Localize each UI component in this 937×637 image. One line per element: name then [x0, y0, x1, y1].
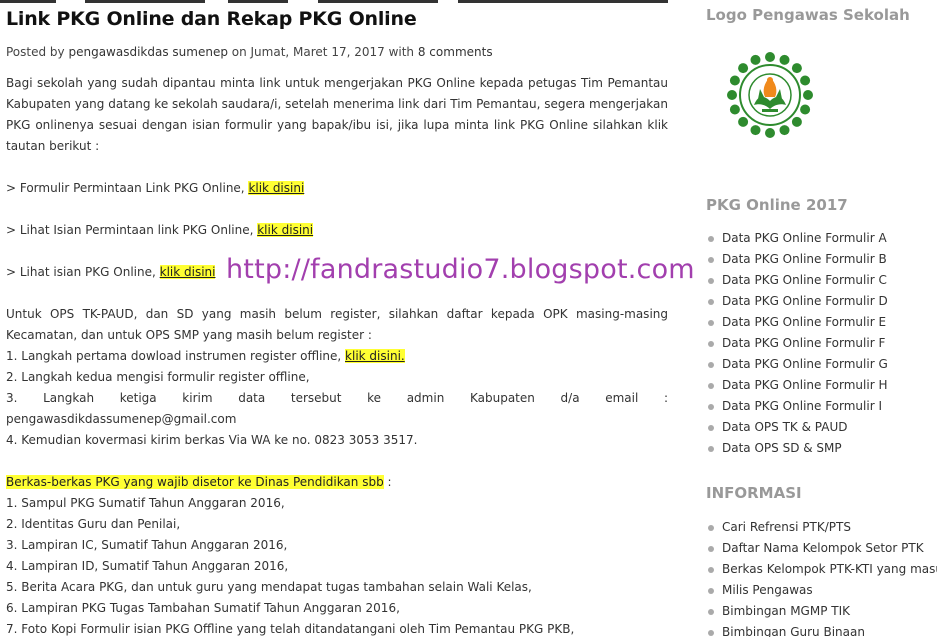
- informasi-list: Cari Refrensi PTK/PTS Daftar Nama Kelompo…: [708, 517, 937, 637]
- pkg-widget-title: PKG Online 2017: [706, 196, 848, 214]
- informasi-list-item-link[interactable]: Berkas Kelompok PTK-KTI yang masuk: [722, 562, 937, 576]
- pkg-list-item[interactable]: Data PKG Online Formulir G: [708, 354, 937, 375]
- informasi-widget-title: INFORMASI: [706, 484, 802, 502]
- pkg-list-item-link[interactable]: Data PKG Online Formulir D: [722, 294, 888, 308]
- berkas-colon: :: [383, 475, 392, 489]
- step-3: 3. Langkah ketiga kirim data tersebut ke…: [6, 391, 668, 426]
- ops-intro-paragraph: Untuk OPS TK-PAUD, dan SD yang masih bel…: [6, 307, 668, 342]
- bullet-icon: [708, 383, 714, 389]
- post-meta: Posted by pengawasdikdas sumenep on Juma…: [6, 44, 668, 60]
- informasi-list-item[interactable]: Cari Refrensi PTK/PTS: [708, 517, 937, 538]
- pengawas-sekolah-logo-icon: [724, 49, 816, 141]
- link-row-formulir: > Formulir Permintaan Link PKG Online, k…: [6, 178, 668, 199]
- informasi-list-item-link[interactable]: Milis Pengawas: [722, 583, 813, 597]
- informasi-list-item-link[interactable]: Bimbingan Guru Binaan: [722, 625, 865, 637]
- pkg-list-item-link[interactable]: Data PKG Online Formulir A: [722, 231, 887, 245]
- pkg-list-item[interactable]: Data PKG Online Formulir D: [708, 291, 937, 312]
- logo-widget-title: Logo Pengawas Sekolah: [706, 6, 910, 24]
- berkas-item: 6. Lampiran PKG Tugas Tambahan Sumatif T…: [6, 601, 400, 615]
- informasi-list-item-link[interactable]: Bimbingan MGMP TIK: [722, 604, 850, 618]
- bullet-icon: [708, 404, 714, 410]
- bullet-icon: [708, 588, 714, 594]
- pkg-list-item[interactable]: Data OPS SD & SMP: [708, 438, 937, 459]
- post: Link PKG Online dan Rekap PKG Online Pos…: [6, 6, 668, 637]
- pkg-list-item-link[interactable]: Data PKG Online Formulir B: [722, 252, 887, 266]
- berkas-heading: Berkas-berkas PKG yang wajib disetor ke …: [6, 472, 668, 493]
- pkg-list-item-link[interactable]: Data PKG Online Formulir E: [722, 315, 886, 329]
- pkg-list-item-link[interactable]: Data OPS TK & PAUD: [722, 420, 847, 434]
- step-1-text: 1. Langkah pertama dowload instrumen reg…: [6, 349, 346, 363]
- klik-disini-link[interactable]: klik disini: [257, 223, 314, 237]
- meta-prefix: Posted by: [6, 45, 69, 59]
- bullet-icon: [708, 299, 714, 305]
- informasi-list-item[interactable]: Bimbingan MGMP TIK: [708, 601, 937, 622]
- step-1-link[interactable]: klik disini.: [345, 349, 405, 363]
- link-row-label: > Formulir Permintaan Link PKG Online,: [6, 181, 249, 195]
- bullet-icon: [708, 362, 714, 368]
- post-date: Jumat, Maret 17, 2017: [250, 45, 385, 59]
- link-row-label: > Lihat isian PKG Online,: [6, 265, 160, 279]
- post-title[interactable]: Link PKG Online dan Rekap PKG Online: [6, 6, 668, 32]
- bullet-icon: [708, 567, 714, 573]
- berkas-list: 1. Sampul PKG Sumatif Tahun Anggaran 201…: [6, 493, 668, 637]
- step-4: 4. Kemudian kovermasi kirim berkas Via W…: [6, 433, 418, 447]
- berkas-item: 2. Identitas Guru dan Penilai,: [6, 517, 181, 531]
- klik-disini-link[interactable]: klik disini: [248, 181, 305, 195]
- pkg-list-item-link[interactable]: Data OPS SD & SMP: [722, 441, 842, 455]
- bullet-icon: [708, 525, 714, 531]
- klik-disini-link[interactable]: klik disini: [159, 265, 216, 279]
- post-comments-link[interactable]: 8 comments: [418, 45, 493, 59]
- bullet-icon: [708, 236, 714, 242]
- watermark-url: http://fandrastudio7.blogspot.com: [226, 254, 695, 285]
- post-body: Bagi sekolah yang sudah dipantau minta l…: [6, 73, 668, 637]
- intro-paragraph: Bagi sekolah yang sudah dipantau minta l…: [6, 76, 668, 153]
- meta-on: on: [227, 45, 251, 59]
- bullet-icon: [708, 609, 714, 615]
- pkg-list-item-link[interactable]: Data PKG Online Formulir C: [722, 273, 887, 287]
- pkg-list-item[interactable]: Data PKG Online Formulir C: [708, 270, 937, 291]
- pkg-list-item[interactable]: Data OPS TK & PAUD: [708, 417, 937, 438]
- pkg-online-list: Data PKG Online Formulir A Data PKG Onlin…: [708, 228, 937, 459]
- berkas-item: 3. Lampiran IC, Sumatif Tahun Anggaran 2…: [6, 538, 288, 552]
- bullet-icon: [708, 257, 714, 263]
- pkg-list-item[interactable]: Data PKG Online Formulir A: [708, 228, 937, 249]
- link-row-label: > Lihat Isian Permintaan link PKG Online…: [6, 223, 258, 237]
- step-1: 1. Langkah pertama dowload instrumen reg…: [6, 346, 668, 367]
- informasi-list-item-link[interactable]: Cari Refrensi PTK/PTS: [722, 520, 851, 534]
- informasi-list-item[interactable]: Bimbingan Guru Binaan: [708, 622, 937, 637]
- berkas-item: 1. Sampul PKG Sumatif Tahun Anggaran 201…: [6, 496, 285, 510]
- bullet-icon: [708, 630, 714, 636]
- meta-with: with: [384, 45, 418, 59]
- bullet-icon: [708, 425, 714, 431]
- pkg-list-item[interactable]: Data PKG Online Formulir I: [708, 396, 937, 417]
- pkg-list-item-link[interactable]: Data PKG Online Formulir G: [722, 357, 888, 371]
- pkg-list-item[interactable]: Data PKG Online Formulir E: [708, 312, 937, 333]
- bullet-icon: [708, 278, 714, 284]
- bullet-icon: [708, 320, 714, 326]
- berkas-item: 4. Lampiran ID, Sumatif Tahun Anggaran 2…: [6, 559, 289, 573]
- bullet-icon: [708, 546, 714, 552]
- post-author-link[interactable]: pengawasdikdas sumenep: [68, 45, 227, 59]
- pkg-list-item-link[interactable]: Data PKG Online Formulir I: [722, 399, 882, 413]
- informasi-list-item[interactable]: Berkas Kelompok PTK-KTI yang masuk: [708, 559, 937, 580]
- bullet-icon: [708, 446, 714, 452]
- informasi-list-item[interactable]: Daftar Nama Kelompok Setor PTK: [708, 538, 937, 559]
- pkg-list-item-link[interactable]: Data PKG Online Formulir F: [722, 336, 885, 350]
- berkas-item: 7. Foto Kopi Formulir isian PKG Offline …: [6, 622, 575, 636]
- pkg-list-item[interactable]: Data PKG Online Formulir F: [708, 333, 937, 354]
- pkg-list-item[interactable]: Data PKG Online Formulir H: [708, 375, 937, 396]
- sidebar: Logo Pengawas Sekolah PKG Online 2017 Da…: [706, 0, 937, 637]
- header-border: [0, 0, 670, 3]
- bullet-icon: [708, 341, 714, 347]
- berkas-item: 5. Berita Acara PKG, dan untuk guru yang…: [6, 580, 532, 594]
- step-2: 2. Langkah kedua mengisi formulir regist…: [6, 370, 310, 384]
- informasi-list-item-link[interactable]: Daftar Nama Kelompok Setor PTK: [722, 541, 924, 555]
- pkg-list-item[interactable]: Data PKG Online Formulir B: [708, 249, 937, 270]
- pkg-list-item-link[interactable]: Data PKG Online Formulir H: [722, 378, 887, 392]
- berkas-heading-text: Berkas-berkas PKG yang wajib disetor ke …: [6, 475, 384, 489]
- informasi-list-item[interactable]: Milis Pengawas: [708, 580, 937, 601]
- link-row-lihat-permintaan: > Lihat Isian Permintaan link PKG Online…: [6, 220, 668, 241]
